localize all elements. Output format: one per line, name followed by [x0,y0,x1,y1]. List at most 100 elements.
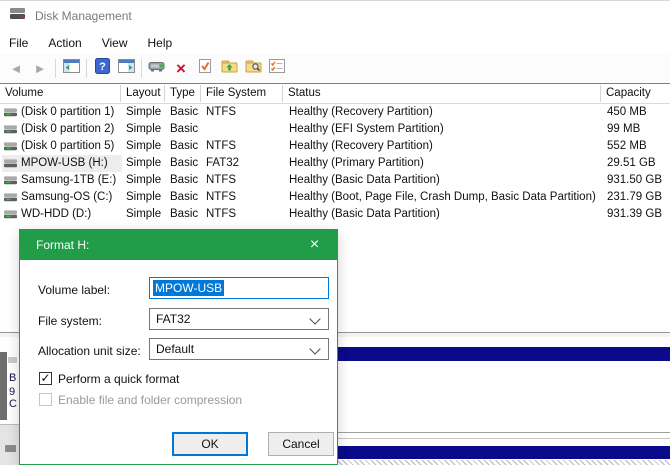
compression-checkbox[interactable] [39,393,52,406]
back-icon: ◄ [10,62,23,75]
partition-bar[interactable] [338,446,670,459]
ok-button[interactable]: OK [172,432,248,456]
status-cell: Healthy (Primary Partition) [289,155,603,172]
type-cell: Basic [170,104,202,121]
quick-format-label: Perform a quick format [58,372,179,386]
table-row[interactable]: Samsung-1TB (E:) Simple Basic NTFS Healt… [0,172,670,189]
type-cell: Basic [170,189,202,206]
volume-cell: (Disk 0 partition 1) [2,104,122,121]
menu-help[interactable]: Help [138,33,183,53]
selected-text: MPOW-USB [153,280,224,296]
chevron-down-icon [309,343,320,354]
type-cell: Basic [170,206,202,223]
table-row[interactable]: WD-HDD (D:) Simple Basic NTFS Healthy (B… [0,206,670,223]
menu-file[interactable]: File [0,33,38,53]
status-cell: Healthy (Recovery Partition) [289,138,603,155]
disk-icon-fragment [5,445,16,452]
column-header-layout[interactable]: Layout [121,85,165,102]
device-icon [148,60,166,78]
file-system-cell [206,121,281,138]
column-header-capacity[interactable]: Capacity [601,85,670,102]
svg-text:?: ? [99,61,106,73]
type-cell: Basic [170,172,202,189]
column-header-file-system[interactable]: File System [201,85,283,102]
action-pane-button[interactable] [114,57,138,81]
disk-panel-fragment [8,357,17,363]
help-button[interactable]: ? [90,57,114,81]
quick-format-checkbox[interactable]: ✓ [39,372,52,385]
check-document-icon [198,58,212,79]
toolbar-separator [141,59,142,78]
task-list-icon [269,59,285,78]
console-tree-icon [63,59,80,78]
cancel-button[interactable]: Cancel [268,432,334,456]
table-row[interactable]: Samsung-OS (C:) Simple Basic NTFS Health… [0,189,670,206]
list-header: Volume Layout Type File System Status Ca… [0,85,670,104]
column-header-volume[interactable]: Volume [0,85,121,102]
close-button[interactable]: × [292,230,337,260]
layout-cell: Simple [126,121,166,138]
volume-cell: (Disk 0 partition 5) [2,138,122,155]
capacity-cell: 931.39 GB [607,206,669,223]
file-system-cell: NTFS [206,189,281,206]
disk-panel-text-fragment: C [9,398,17,410]
app-disk-icon [10,7,26,25]
folder-up-button[interactable] [217,57,241,81]
file-system-cell: NTFS [206,104,281,121]
type-cell: Basic [170,138,202,155]
properties-button[interactable] [193,57,217,81]
menu-view[interactable]: View [92,33,138,53]
capacity-cell: 231.79 GB [607,189,669,206]
volume-label-label: Volume label: [38,283,110,297]
window-title: Disk Management [35,9,132,23]
disk-management-window: Disk Management File Action View Help ◄ … [0,0,670,465]
layout-cell: Simple [126,206,166,223]
status-cell: Healthy (Recovery Partition) [289,104,603,121]
task-list-button[interactable] [265,57,289,81]
table-row[interactable]: (Disk 0 partition 1) Simple Basic NTFS H… [0,104,670,121]
delete-button[interactable]: × [169,57,193,81]
volume-label-input[interactable]: MPOW-USB [149,277,329,299]
menu-action[interactable]: Action [38,33,91,53]
layout-cell: Simple [126,172,166,189]
volume-icon [4,125,17,134]
type-cell: Basic [170,155,202,172]
file-system-value: FAT32 [156,312,190,326]
device-button[interactable] [145,57,169,81]
layout-cell: Simple [126,155,166,172]
volume-icon [4,159,17,168]
list-rows: (Disk 0 partition 1) Simple Basic NTFS H… [0,104,670,223]
back-button[interactable]: ◄ [4,57,28,81]
column-header-status[interactable]: Status [283,85,601,102]
file-system-cell: FAT32 [206,155,281,172]
format-dialog: Format H: × Volume label: MPOW-USB File … [19,229,338,465]
file-system-cell: NTFS [206,172,281,189]
volume-cell: (Disk 0 partition 2) [2,121,122,138]
partition-bar[interactable] [338,347,670,361]
volume-icon [4,193,17,202]
volume-icon [4,108,17,117]
table-row[interactable]: (Disk 0 partition 2) Simple Basic Health… [0,121,670,138]
layout-cell: Simple [126,189,166,206]
forward-button[interactable]: ► [28,57,52,81]
disk-panel-text-fragment: 9 [9,386,15,398]
capacity-cell: 931.50 GB [607,172,669,189]
file-system-label: File system: [38,314,102,328]
window-titlebar: Disk Management [0,1,670,31]
allocation-unit-label: Allocation unit size: [38,344,141,358]
allocation-unit-dropdown[interactable]: Default [149,338,329,360]
table-row-selected[interactable]: MPOW-USB (H:) Simple Basic FAT32 Healthy… [0,155,670,172]
folder-explore-button[interactable] [241,57,265,81]
layout-cell: Simple [126,138,166,155]
toolbar-separator [86,59,87,78]
menu-bar: File Action View Help [0,31,670,54]
type-cell: Basic [170,121,202,138]
table-row[interactable]: (Disk 0 partition 5) Simple Basic NTFS H… [0,138,670,155]
volume-cell: Samsung-OS (C:) [2,189,122,206]
console-tree-button[interactable] [59,57,83,81]
file-system-dropdown[interactable]: FAT32 [149,308,329,330]
volume-cell: Samsung-1TB (E:) [2,172,122,189]
dialog-titlebar: Format H: × [20,230,337,260]
column-header-type[interactable]: Type [165,85,201,102]
disk-row-divider [338,438,670,439]
